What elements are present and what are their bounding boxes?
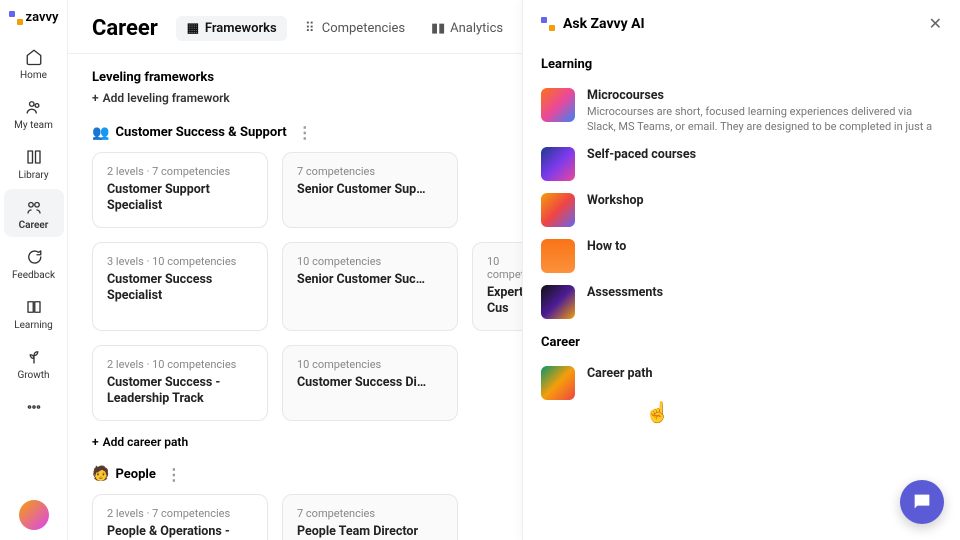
career-card[interactable]: 2 levels · 7 competenciesCustomer Suppor… [92, 152, 268, 228]
ai-item-selfpaced[interactable]: Self-paced courses [541, 141, 942, 187]
group-menu-icon[interactable]: ⋮ [162, 465, 186, 484]
feedback-icon [24, 247, 44, 267]
nav-myteam[interactable]: My team [4, 89, 64, 137]
page-title: Career [92, 16, 158, 41]
panel-header: Ask Zavvy AI ✕ [523, 0, 960, 47]
nav-home[interactable]: Home [4, 39, 64, 87]
nav-growth[interactable]: Growth [4, 339, 64, 387]
thumbnail [541, 147, 575, 181]
team-icon [24, 97, 44, 117]
nav-feedback[interactable]: Feedback [4, 239, 64, 287]
person-emoji-icon: 🧑 [92, 466, 109, 482]
frameworks-icon: ▦ [186, 22, 200, 36]
nav-library[interactable]: Library [4, 139, 64, 187]
career-card[interactable]: 10 competenciesSenior Customer Suc… [282, 242, 458, 331]
user-avatar[interactable] [19, 500, 49, 530]
career-card[interactable]: 10 competenciesCustomer Success Di… [282, 345, 458, 421]
analytics-icon: ▮▮ [431, 22, 445, 36]
panel-title: Ask Zavvy AI [563, 16, 645, 32]
ai-item-assessments[interactable]: Assessments [541, 279, 942, 325]
logo-mark-icon [541, 17, 555, 31]
ai-item-microcourses[interactable]: MicrocoursesMicrocourses are short, focu… [541, 82, 942, 141]
panel-section-learning: Learning [541, 57, 942, 72]
thumbnail [541, 239, 575, 273]
plus-icon: + [92, 91, 99, 105]
nav-career[interactable]: Career [4, 189, 64, 237]
career-icon [24, 197, 44, 217]
career-card[interactable]: 2 levels · 10 competenciesCustomer Succe… [92, 345, 268, 421]
brand-logo[interactable]: zavvy [9, 10, 59, 25]
nav-more[interactable] [4, 389, 64, 423]
brand-text: zavvy [26, 10, 59, 25]
career-card[interactable]: 7 competenciesSenior Customer Sup… [282, 152, 458, 228]
career-card[interactable]: 2 levels · 7 competenciesPeople & Operat… [92, 494, 268, 540]
career-card[interactable]: 7 competenciesPeople Team Director [282, 494, 458, 540]
thumbnail [541, 366, 575, 400]
chat-icon [911, 491, 933, 513]
panel-section-career: Career [541, 335, 942, 350]
group-menu-icon[interactable]: ⋮ [293, 123, 317, 142]
tab-competencies[interactable]: ⠿ Competencies [293, 16, 415, 41]
chat-fab[interactable] [900, 480, 944, 524]
competencies-icon: ⠿ [303, 22, 317, 36]
close-icon[interactable]: ✕ [929, 14, 942, 33]
panel-body: Learning MicrocoursesMicrocourses are sh… [523, 47, 960, 540]
thumbnail [541, 193, 575, 227]
sidebar: zavvy Home My team Library Career Feedba… [0, 0, 68, 540]
home-icon [24, 47, 44, 67]
main: Career ▦ Frameworks ⠿ Competencies ▮▮ An… [68, 0, 960, 540]
ai-item-workshop[interactable]: Workshop [541, 187, 942, 233]
thumbnail [541, 285, 575, 319]
career-card[interactable]: 3 levels · 10 competenciesCustomer Succe… [92, 242, 268, 331]
ai-item-howto[interactable]: How to [541, 233, 942, 279]
plus-icon: + [92, 435, 99, 449]
thumbnail [541, 88, 575, 122]
library-icon [24, 147, 44, 167]
growth-icon [24, 347, 44, 367]
dots-icon [24, 397, 44, 417]
tab-frameworks[interactable]: ▦ Frameworks [176, 16, 287, 41]
learning-icon [24, 297, 44, 317]
ask-ai-panel: Ask Zavvy AI ✕ Learning MicrocoursesMicr… [522, 0, 960, 540]
tab-analytics[interactable]: ▮▮ Analytics [421, 16, 513, 41]
logo-mark-icon [9, 11, 23, 25]
ai-item-careerpath[interactable]: Career path [541, 360, 942, 406]
people-emoji-icon: 👥 [92, 125, 109, 141]
nav-learning[interactable]: Learning [4, 289, 64, 337]
